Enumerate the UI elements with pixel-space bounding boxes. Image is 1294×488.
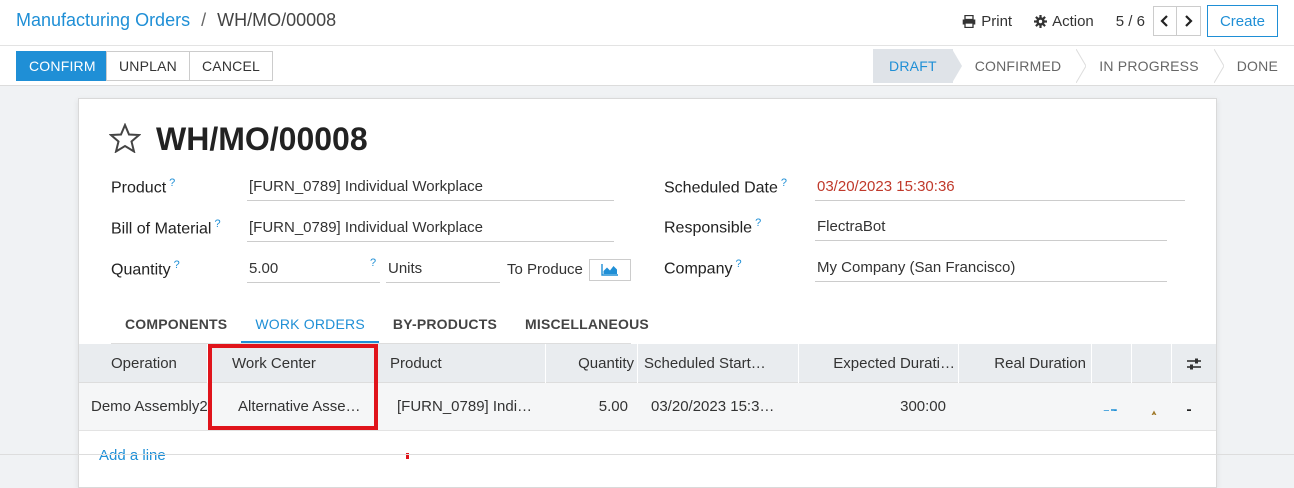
pager-value: 5 / 6: [1115, 12, 1145, 30]
help-mark[interactable]: ?: [370, 257, 376, 269]
bar-chart-icon: [601, 264, 618, 276]
column-real-duration[interactable]: Real Duration: [959, 344, 1092, 383]
control-panel-top: Manufacturing Orders / WH/MO/00008 Print…: [0, 0, 1294, 46]
column-spacer: [1092, 344, 1132, 383]
product-field[interactable]: [FURN_0789] Individual Workplace: [247, 173, 614, 201]
cell-quantity[interactable]: 5.00: [546, 383, 628, 431]
company-label: Company?: [664, 258, 742, 278]
status-done-label: DONE: [1236, 58, 1278, 74]
top-actions: Print Action 5 / 6 Create: [962, 5, 1278, 37]
help-mark[interactable]: ?: [781, 177, 787, 189]
tab-components[interactable]: COMPONENTS: [111, 305, 241, 343]
table-header: Operation Work Center Product Quantity S…: [79, 344, 1216, 383]
responsible-label: Responsible?: [664, 217, 761, 237]
add-line-link[interactable]: Add a line: [99, 447, 166, 464]
print-icon: [962, 14, 976, 28]
create-button[interactable]: Create: [1206, 5, 1278, 37]
cell-real-duration[interactable]: [959, 383, 1087, 431]
warning-icon: [1151, 410, 1157, 415]
product-label-text: Product: [111, 179, 167, 197]
status-draft-label: DRAFT: [889, 58, 937, 74]
help-mark[interactable]: ?: [174, 259, 180, 271]
help-mark[interactable]: ?: [169, 177, 175, 189]
bom-label: Bill of Material?: [111, 218, 221, 238]
help-mark[interactable]: ?: [214, 218, 220, 230]
control-panel-buttons: CONFIRM UNPLAN CANCEL DRAFT CONFIRMED IN…: [0, 46, 1294, 86]
chevron-left-icon: [1160, 15, 1168, 27]
cell-product[interactable]: [FURN_0789] Indi…: [397, 383, 542, 431]
cancel-button[interactable]: CANCEL: [189, 51, 273, 81]
column-quantity[interactable]: Quantity: [546, 344, 638, 383]
company-field[interactable]: My Company (San Francisco): [815, 254, 1167, 282]
cell-operation[interactable]: Demo Assembly2: [91, 383, 208, 431]
print-button[interactable]: Print: [962, 13, 1012, 30]
uom-field[interactable]: Units: [386, 255, 500, 283]
column-scheduled-start[interactable]: Scheduled Start…: [638, 344, 799, 383]
forecast-chart-button[interactable]: [589, 259, 631, 281]
breadcrumb: Manufacturing Orders / WH/MO/00008: [16, 9, 336, 31]
column-product[interactable]: Product: [378, 344, 546, 383]
status-confirmed-label: CONFIRMED: [974, 58, 1062, 74]
column-expected-duration[interactable]: Expected Durati…: [799, 344, 959, 383]
delete-row-button[interactable]: [1183, 395, 1199, 411]
action-label: Action: [1052, 12, 1094, 30]
company-label-text: Company: [664, 260, 733, 278]
status-in-progress-label: IN PROGRESS: [1099, 58, 1199, 74]
confirm-button[interactable]: CONFIRM: [16, 51, 109, 81]
external-link-icon: [1103, 409, 1117, 411]
responsible-field[interactable]: FlectraBot: [815, 213, 1167, 241]
trash-icon: [1187, 409, 1191, 411]
record-title: WH/MO/00008: [156, 121, 368, 157]
settings-sliders-icon: [1187, 358, 1201, 369]
status-draft[interactable]: DRAFT: [873, 49, 962, 83]
pager-next-button[interactable]: [1176, 6, 1201, 36]
optional-columns-toggle[interactable]: [1172, 344, 1216, 383]
status-done[interactable]: DONE: [1214, 49, 1294, 83]
column-operation[interactable]: Operation: [79, 344, 208, 383]
quantity-label: Quantity?: [111, 259, 180, 279]
help-mark[interactable]: ?: [735, 258, 741, 270]
scheduled-date-field[interactable]: 03/20/2023 15:30:36: [815, 173, 1185, 201]
unplan-button[interactable]: UNPLAN: [106, 51, 190, 81]
to-produce-label: To Produce: [507, 261, 583, 278]
breadcrumb-separator: /: [201, 10, 207, 30]
tab-by-products[interactable]: BY-PRODUCTS: [379, 305, 511, 343]
help-mark[interactable]: ?: [755, 217, 761, 229]
notebook-tabs: COMPONENTS WORK ORDERS BY-PRODUCTS MISCE…: [111, 305, 663, 343]
breadcrumb-current: WH/MO/00008: [217, 10, 337, 30]
warning-indicator[interactable]: [1146, 397, 1164, 415]
responsible-label-text: Responsible: [664, 219, 753, 237]
print-label: Print: [981, 12, 1013, 30]
status-bar: DRAFT CONFIRMED IN PROGRESS DONE: [873, 49, 1294, 83]
status-arrow: [951, 49, 962, 83]
tab-work-orders[interactable]: WORK ORDERS: [241, 305, 379, 343]
status-confirmed[interactable]: CONFIRMED: [952, 49, 1087, 83]
star-icon[interactable]: [109, 123, 141, 153]
quantity-label-text: Quantity: [111, 261, 171, 279]
column-work-center[interactable]: Work Center: [208, 344, 378, 383]
table-row[interactable]: Demo Assembly2 Alternative Asse… [FURN_0…: [79, 383, 1216, 431]
status-arrow: [1213, 49, 1224, 83]
scheduled-date-label: Scheduled Date?: [664, 177, 787, 197]
bom-label-text: Bill of Material: [111, 220, 212, 238]
open-workorder-button[interactable]: [1103, 395, 1119, 411]
bottom-divider: [0, 454, 1294, 455]
cell-scheduled-start[interactable]: 03/20/2023 15:3…: [651, 383, 791, 431]
chevron-right-icon: [1185, 15, 1194, 27]
gear-icon: [1034, 14, 1048, 28]
cell-expected-duration[interactable]: 300:00: [799, 383, 946, 431]
column-spacer: [1132, 344, 1172, 383]
product-label: Product?: [111, 177, 175, 197]
scheduled-date-label-text: Scheduled Date: [664, 179, 778, 197]
tab-miscellaneous[interactable]: MISCELLANEOUS: [511, 305, 663, 343]
breadcrumb-parent-link[interactable]: Manufacturing Orders: [16, 10, 190, 30]
cell-work-center[interactable]: Alternative Asse…: [238, 383, 368, 431]
form-sheet: WH/MO/00008 Product? [FURN_0789] Individ…: [78, 98, 1217, 488]
status-in-progress[interactable]: IN PROGRESS: [1077, 49, 1224, 83]
action-button[interactable]: Action: [1034, 13, 1094, 30]
status-arrow: [1076, 49, 1087, 83]
bom-field[interactable]: [FURN_0789] Individual Workplace: [247, 214, 614, 242]
pager-previous-button[interactable]: [1152, 6, 1177, 36]
quantity-field[interactable]: 5.00: [247, 255, 380, 283]
